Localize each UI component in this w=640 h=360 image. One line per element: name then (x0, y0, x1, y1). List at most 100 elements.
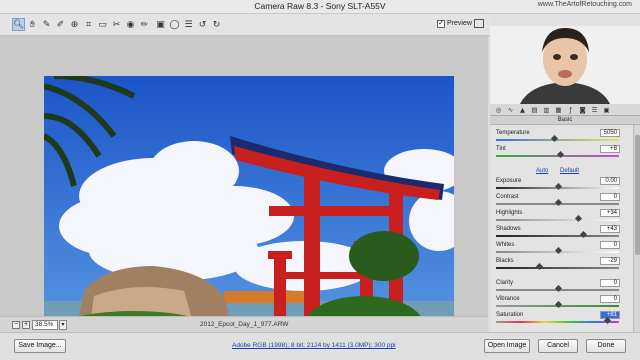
slider-track[interactable] (496, 134, 619, 143)
slider-value-field[interactable]: 0 (600, 193, 620, 201)
slider-row-vibrance: Vibrance 0 (496, 295, 621, 311)
presets-icon[interactable]: ☰ (590, 106, 599, 114)
slider-value-field[interactable]: -29 (600, 257, 620, 265)
red-eye-icon[interactable]: ◉ (124, 18, 137, 31)
basic-panel: Basic Auto Default Temperature 5050 Tint +8… (490, 116, 640, 332)
slider-track[interactable] (496, 300, 619, 309)
panel-tabs: ◎ ∿ ▲ ▤ ▥ ▦ ƒ ◙ ☰ ▣ (490, 104, 640, 116)
done-button[interactable]: Done (586, 339, 626, 353)
slider-label: Clarity (496, 280, 514, 286)
slider-track[interactable] (496, 246, 619, 255)
slider-label: Whites (496, 242, 515, 248)
presenter-image (490, 14, 640, 104)
status-bar: − + 38.5% ▾ 2012_Epcot_Day_1_977.ARW (0, 316, 488, 332)
aperture-icon[interactable]: ◎ (494, 106, 503, 114)
rotate-ccw-icon[interactable]: ↺ (196, 18, 209, 31)
tone-curve-icon[interactable]: ∿ (506, 106, 515, 114)
slider-track[interactable] (496, 214, 619, 223)
hsl-icon[interactable]: ▤ (530, 106, 539, 114)
slider-thumb[interactable] (554, 246, 562, 255)
slider-thumb[interactable] (536, 262, 544, 271)
slider-track[interactable] (496, 230, 619, 239)
slider-value-field[interactable]: 0 (600, 295, 620, 303)
slider-thumb[interactable] (554, 182, 562, 191)
preview-checkbox[interactable]: ✓ (437, 20, 445, 28)
save-image-button[interactable]: Save Image... (14, 339, 66, 353)
slider-value-field[interactable]: +34 (600, 209, 620, 217)
straighten-icon[interactable]: ▭ (96, 18, 109, 31)
slider-label: Temperature (496, 130, 530, 136)
slider-row-temperature: Temperature 5050 (496, 129, 621, 145)
zoom-tool-icon[interactable]: 🔍︎ (12, 18, 25, 31)
slider-track[interactable] (496, 198, 619, 207)
preferences-icon[interactable]: ☰ (182, 18, 195, 31)
zoom-in-icon[interactable]: + (22, 321, 30, 329)
slider-value-field[interactable]: 0.00 (600, 177, 620, 185)
slider-value-field[interactable]: 0 (600, 279, 620, 287)
graduated-filter-icon[interactable]: ▣ (154, 18, 167, 31)
slider-label: Shadows (496, 226, 521, 232)
slider-label: Blacks (496, 258, 514, 264)
spot-removal-icon[interactable]: ✂ (110, 18, 123, 31)
snapshots-icon[interactable]: ▣ (602, 106, 611, 114)
slider-thumb[interactable] (554, 198, 562, 207)
zoom-level[interactable]: 38.5% (32, 320, 58, 330)
slider-track[interactable] (496, 316, 619, 325)
crop-icon[interactable]: ⌗ (82, 18, 95, 31)
slider-thumb[interactable] (575, 214, 583, 223)
photo-preview[interactable] (44, 76, 454, 349)
cancel-button[interactable]: Cancel (538, 339, 578, 353)
watermark: www.TheArtofRetouching.com (537, 1, 632, 8)
slider-thumb[interactable] (556, 150, 564, 159)
slider-row-clarity: Clarity 0 (496, 279, 621, 295)
fullscreen-icon[interactable] (474, 19, 484, 28)
slider-value-field[interactable]: +81 (600, 311, 620, 319)
slider-track[interactable] (496, 262, 619, 271)
chevron-down-icon[interactable]: ▾ (59, 320, 67, 330)
slider-thumb[interactable] (554, 300, 562, 309)
panel-scrollbar[interactable] (633, 125, 640, 332)
auto-link[interactable]: Auto (536, 168, 548, 174)
adjustment-brush-icon[interactable]: ✏ (138, 18, 151, 31)
detail-icon[interactable]: ▲ (518, 106, 527, 114)
slider-row-contrast: Contrast 0 (496, 193, 621, 209)
default-link[interactable]: Default (560, 168, 579, 174)
image-viewer (0, 36, 488, 349)
workflow-options-link[interactable]: Adobe RGB (1998); 8 bit; 2124 by 1411 (3… (232, 342, 396, 349)
slider-row-shadows: Shadows +43 (496, 225, 621, 241)
torii-gate-photo (44, 76, 454, 349)
slider-value-field[interactable]: +43 (600, 225, 620, 233)
hand-tool-icon[interactable]: ✋︎ (26, 18, 39, 31)
slider-value-field[interactable]: 0 (600, 241, 620, 249)
slider-label: Exposure (496, 178, 522, 184)
open-image-button[interactable]: Open Image (484, 339, 530, 353)
slider-row-exposure: Exposure 0.00 (496, 177, 621, 193)
zoom-out-icon[interactable]: − (12, 321, 20, 329)
rotate-cw-icon[interactable]: ↻ (210, 18, 223, 31)
slider-track[interactable] (496, 284, 619, 293)
radial-filter-icon[interactable]: ◯ (168, 18, 181, 31)
slider-thumb[interactable] (554, 284, 562, 293)
color-sampler-icon[interactable]: ✐ (54, 18, 67, 31)
panel-header: Basic (490, 116, 640, 125)
presenter-webcam (490, 14, 640, 104)
slider-thumb[interactable] (550, 134, 558, 143)
slider-value-field[interactable]: 5050 (600, 129, 620, 137)
split-tone-icon[interactable]: ▥ (542, 106, 551, 114)
preview-label: Preview (447, 20, 472, 27)
targeted-adjustment-icon[interactable]: ⊕ (68, 18, 81, 31)
slider-label: Vibrance (496, 296, 520, 302)
lens-icon[interactable]: ▦ (554, 106, 563, 114)
scroll-thumb[interactable] (635, 135, 640, 255)
slider-row-blacks: Blacks -29 (496, 257, 621, 273)
white-balance-icon[interactable]: ✎ (40, 18, 53, 31)
slider-label: Contrast (496, 194, 519, 200)
slider-track[interactable] (496, 182, 619, 191)
camera-calibration-icon[interactable]: ◙ (578, 106, 587, 114)
slider-track[interactable] (496, 150, 619, 159)
fx-icon[interactable]: ƒ (566, 106, 575, 114)
slider-thumb[interactable] (580, 230, 588, 239)
bottom-bar: Save Image... Adobe RGB (1998); 8 bit; 2… (0, 332, 640, 360)
slider-value-field[interactable]: +8 (600, 145, 620, 153)
slider-row-whites: Whites 0 (496, 241, 621, 257)
